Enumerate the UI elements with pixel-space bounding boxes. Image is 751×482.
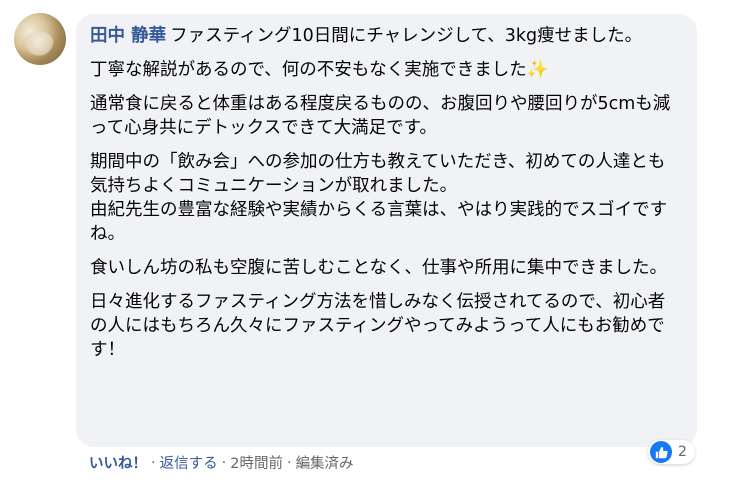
timestamp[interactable]: 2時間前 (230, 452, 283, 473)
author-name[interactable]: 田中 静華 (90, 26, 166, 46)
separator: · (151, 454, 156, 471)
like-button[interactable]: いいね！ (89, 452, 147, 473)
comment-paragraph-4: 期間中の「飲み会」への参加の仕方も教えていただき、初めての人達とも気持ちよくコミ… (90, 150, 675, 246)
comment-bubble: 田中 静華 ファスティング10日間にチャレンジして、3kg痩せました。 丁寧な解説… (76, 14, 697, 447)
comment-text-1: ファスティング10日間にチャレンジして、3kg痩せました。 (170, 26, 643, 46)
comment-text-6: 食いしん坊の私も空腹に苦しむことなく、仕事や所用に集中できました。 (90, 258, 667, 278)
comment-paragraph-2: 丁寧な解説があるので、何の不安もなく実施できました✨ (90, 58, 675, 82)
comment-paragraph-6: 日々進化するファスティング方法を惜しみなく伝授されてるので、初心者の人にはもちろ… (90, 290, 675, 362)
reaction-count: 2 (678, 444, 687, 460)
comment-text-2: 丁寧な解説があるので、何の不安もなく実施できました (90, 60, 527, 80)
edited-label[interactable]: 編集済み (296, 452, 354, 473)
separator: · (221, 454, 227, 471)
reply-button[interactable]: 返信する (160, 452, 218, 473)
comment-text-5: 由紀先生の豊富な経験や実績からくる言葉は、やはり実践的でスゴイですね。 (90, 200, 668, 244)
comment-paragraph-1: 田中 静華 ファスティング10日間にチャレンジして、3kg痩せました。 (90, 24, 675, 48)
sparkles-icon: ✨ (526, 60, 549, 80)
comment-text-7: 日々進化するファスティング方法を惜しみなく伝授されてるので、初心者の人にはもちろ… (90, 292, 666, 360)
like-icon (650, 441, 672, 463)
separator: · (286, 454, 292, 471)
comment-paragraph-5: 食いしん坊の私も空腹に苦しむことなく、仕事や所用に集中できました。 (90, 256, 675, 280)
comment-text-3: 通常食に戻ると体重はある程度戻るものの、お腹回りや腰回りが5cmも減って心身共に… (90, 94, 671, 138)
reaction-summary[interactable]: 2 (648, 440, 695, 464)
avatar[interactable] (14, 13, 66, 65)
comment-actions: いいね！ · 返信する · 2時間前 · 編集済み (89, 452, 354, 473)
comment-paragraph-3: 通常食に戻ると体重はある程度戻るものの、お腹回りや腰回りが5cmも減って心身共に… (90, 92, 675, 140)
comment-text-4: 期間中の「飲み会」への参加の仕方も教えていただき、初めての人達とも気持ちよくコミ… (90, 152, 666, 196)
